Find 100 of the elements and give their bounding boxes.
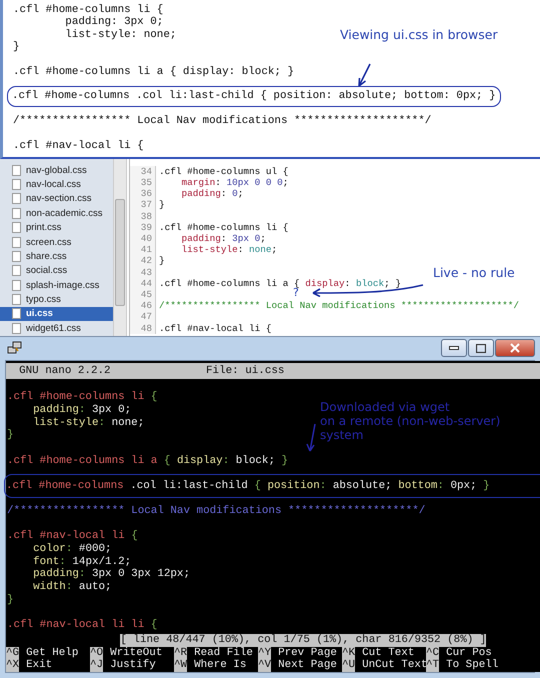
line-number: 45 <box>130 288 156 300</box>
code-line: padding: 0; <box>180 188 244 200</box>
code-line: .cfl #home-columns ul { <box>158 166 288 178</box>
line-number: 44 <box>130 278 156 289</box>
line-number: 42 <box>130 255 156 267</box>
line-number: 39 <box>130 222 156 234</box>
file-item[interactable]: typo.css <box>0 292 113 307</box>
code-line: margin: 10px 0 0 0; <box>180 177 288 188</box>
close-icon <box>510 343 520 354</box>
shortcut-item: ^Y Prev Page <box>258 646 338 660</box>
line-number: 48 <box>130 322 156 334</box>
code-line: /***************** Local Nav modifications ********************/ <box>158 300 520 312</box>
code-line: .cfl #nav-local li { <box>6 529 138 543</box>
code-line: list-style: none; <box>180 244 278 256</box>
shortcut-item: ^J Justify <box>90 659 157 672</box>
annotation-text: on a remote (non-web-server) <box>320 414 500 428</box>
file-icon <box>12 193 21 204</box>
arrow-icon <box>304 422 318 453</box>
file-icon <box>12 208 21 219</box>
code-line: .cfl #home-columns li { <box>6 390 158 404</box>
shortcut-item: ^X Exit <box>6 659 54 672</box>
line-number: 38 <box>130 210 156 222</box>
minimize-button[interactable] <box>441 339 467 358</box>
code-line: list-style: none; <box>64 28 176 42</box>
file-icon <box>12 280 21 291</box>
file-icon <box>12 236 21 248</box>
code-line: /***************** Local Nav modifications ********************/ <box>13 114 432 128</box>
file-icon <box>12 265 21 276</box>
minimize-icon <box>449 346 459 350</box>
scrollbar[interactable] <box>113 158 127 336</box>
annotation-text: system <box>320 428 364 442</box>
code-line: .cfl #home-columns li a { display: block; } <box>158 278 401 289</box>
file-item[interactable]: share.css <box>0 249 113 264</box>
maximize-icon <box>476 344 486 353</box>
shortcut-item: ^C Cur Pos <box>426 646 492 660</box>
file-icon <box>12 178 21 190</box>
file-icon <box>12 164 21 176</box>
code-line: .cfl #home-columns li a { display: block; } <box>6 454 288 468</box>
shortcut-item: ^T To Spell <box>426 659 500 672</box>
annotation-text: Viewing ui.css in browser <box>340 28 498 42</box>
code-line: } <box>6 594 14 606</box>
code-line: font: 14px/1.2; <box>32 556 132 568</box>
line-number: 47 <box>130 311 156 323</box>
code-line: padding: 3px 0; <box>32 404 132 417</box>
shortcut-item: ^V Next Page <box>258 659 338 672</box>
file-item[interactable]: screen.css <box>0 234 113 250</box>
line-number: 40 <box>130 233 156 244</box>
line-number: 36 <box>130 188 156 200</box>
file-item[interactable]: nav-section.css <box>0 192 113 206</box>
annotation-text: Live - no rule <box>433 266 515 280</box>
line-number: 34 <box>130 166 156 178</box>
shortcut-item: ^O WriteOut <box>90 646 164 660</box>
code-line: .cfl #nav-local li { <box>158 322 272 334</box>
file-icon <box>12 322 21 334</box>
file-icon <box>12 250 21 262</box>
program-name: GNU nano 2.2.2 <box>18 364 112 377</box>
shortcut-item: ^W Where Is <box>174 659 248 672</box>
code-line: .cfl #home-columns li a { display: block; } <box>13 65 294 78</box>
file-item[interactable]: widget61.css <box>0 321 113 336</box>
file-item[interactable]: social.css <box>0 264 113 278</box>
file-item[interactable]: non-academic.css <box>0 206 113 220</box>
scrollbar-thumb[interactable] <box>115 198 125 306</box>
code-line: .cfl #home-columns li { <box>13 4 164 16</box>
code-line: padding: 3px 0 3px 12px; <box>32 568 190 581</box>
shortcut-item: ^G Get Help <box>6 646 80 660</box>
code-line: padding: 3px 0; <box>180 233 266 244</box>
file-icon <box>12 222 21 234</box>
code-line: .cfl #home-columns li { <box>158 222 288 234</box>
code-line: width: auto; <box>32 581 112 594</box>
highlighted-code-line: .cfl #home-columns .col li:last-child { position: absolute; bottom: 0px; } <box>4 474 540 498</box>
maximize-button[interactable] <box>468 339 494 358</box>
file-item[interactable]: nav-global.css <box>0 162 113 178</box>
line-number: 37 <box>130 199 156 211</box>
close-button[interactable] <box>495 339 535 358</box>
annotation-text: Downloaded via wget <box>320 400 450 414</box>
highlighted-code-line: .cfl #home-columns .col li:last-child { position: absolute; bottom: 0px; } <box>7 86 501 107</box>
line-number: 46 <box>130 300 156 312</box>
shortcut-item: ^R Read File <box>174 646 254 660</box>
code-line: /***************** Local Nav modifications ********************/ <box>6 504 426 518</box>
code-line: } <box>6 429 14 442</box>
code-line: color: #000; <box>32 542 112 556</box>
file-item[interactable]: nav-local.css <box>0 177 113 192</box>
line-number: 43 <box>130 266 156 278</box>
code-line: } <box>13 41 20 54</box>
file-item[interactable]: print.css <box>0 220 113 235</box>
file-name: File: ui.css <box>206 364 284 377</box>
arrow-icon <box>356 63 372 89</box>
code-line: padding: 3px 0; <box>64 16 164 29</box>
file-icon <box>12 308 21 320</box>
question-mark: ? <box>293 286 299 300</box>
code-line: } <box>158 199 165 211</box>
computer-icon <box>7 340 23 356</box>
file-item[interactable]: ui.css <box>0 306 113 322</box>
code-line: .cfl #nav-local li { <box>13 139 144 152</box>
shortcut-item: ^K Cut Text <box>342 646 416 660</box>
shortcut-item: ^U UnCut Text <box>342 659 426 672</box>
line-number: 41 <box>130 244 156 256</box>
file-item[interactable]: splash-image.css <box>0 278 113 292</box>
file-icon <box>12 294 21 306</box>
code-line: list-style: none; <box>32 416 144 430</box>
